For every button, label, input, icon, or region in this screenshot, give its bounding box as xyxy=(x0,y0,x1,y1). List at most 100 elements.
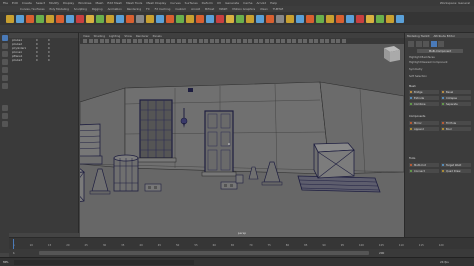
viewport-tool-icon[interactable] xyxy=(182,39,186,43)
viewport-tool-icon[interactable] xyxy=(248,39,252,43)
shelf-tool-icon[interactable] xyxy=(396,14,404,23)
view-cube-icon[interactable] xyxy=(384,46,400,62)
fps-label[interactable]: 24 fps xyxy=(440,260,449,264)
menu-item[interactable]: Mesh xyxy=(96,1,104,5)
viewport-tool-icon[interactable] xyxy=(127,39,131,43)
shelf-tab[interactable]: FX xyxy=(146,7,150,11)
shelf-tool-icon[interactable] xyxy=(36,14,44,23)
viewport-tool-icon[interactable] xyxy=(253,39,258,43)
viewport-tool-icon[interactable] xyxy=(83,39,87,43)
viewport-tool-icon[interactable] xyxy=(209,39,214,43)
target-weld-button[interactable]: Target Weld xyxy=(441,163,471,167)
shelf-tab[interactable]: XGen xyxy=(260,7,268,11)
last-tool-icon[interactable] xyxy=(1,83,8,89)
shelf-tool-icon[interactable] xyxy=(266,14,274,23)
range-slider[interactable]: 1 200 xyxy=(9,249,474,257)
cinder-block-model[interactable] xyxy=(144,183,162,192)
viewport-tool-icon[interactable] xyxy=(154,39,159,43)
viewport-menu-item[interactable]: Panels xyxy=(153,34,162,38)
shelf-tool-icon[interactable] xyxy=(136,14,144,23)
mel-input[interactable] xyxy=(14,260,194,265)
menu-item[interactable]: Generate xyxy=(225,1,239,5)
viewport-menu-item[interactable]: View xyxy=(83,34,90,38)
shelf-tool-icon[interactable] xyxy=(146,14,154,23)
shelf-tab[interactable]: Rendering xyxy=(127,7,141,11)
scale-tool-icon[interactable] xyxy=(1,75,8,81)
viewport-tool-icon[interactable] xyxy=(308,39,313,43)
scene-view[interactable] xyxy=(80,44,404,237)
shelf-tool-icon[interactable] xyxy=(386,14,394,23)
shelf-tool-icon[interactable] xyxy=(26,14,34,23)
shelf-tool-icon[interactable] xyxy=(366,14,374,23)
tab-attribute-editor[interactable]: Attribute Editor xyxy=(434,34,456,38)
shelf-tool-icon[interactable] xyxy=(196,14,204,23)
shelf-tool-icon[interactable] xyxy=(256,14,264,23)
viewport-tool-icon[interactable] xyxy=(264,39,269,43)
menu-item[interactable]: Display xyxy=(63,1,74,5)
menu-item[interactable]: File xyxy=(3,1,8,5)
outliner-row[interactable]: pCube3 0 0 xyxy=(9,58,78,62)
paint-select-icon[interactable] xyxy=(1,51,8,57)
bevel-button[interactable]: Bevel xyxy=(441,90,471,94)
viewport-tool-icon[interactable] xyxy=(99,39,104,43)
menu-item[interactable]: Cache xyxy=(243,1,252,5)
vertex-mode-icon[interactable] xyxy=(415,41,422,47)
viewport-tool-icon[interactable] xyxy=(187,39,192,43)
viewport-menu-item[interactable]: Shading xyxy=(94,34,105,38)
viewport-tool-icon[interactable] xyxy=(220,39,225,43)
multi-component-button[interactable]: Multi-Component xyxy=(417,49,463,53)
combine-button[interactable]: Combine xyxy=(409,102,439,106)
viewport-tool-icon[interactable] xyxy=(314,39,318,43)
shelf-tool-icon[interactable] xyxy=(56,14,64,23)
extrude-button[interactable]: Extrude xyxy=(409,96,439,100)
shelf-tab[interactable]: Sculpting xyxy=(74,7,87,11)
viewport-tool-icon[interactable] xyxy=(121,39,126,43)
door-model[interactable] xyxy=(201,110,237,177)
shelf-tool-icon[interactable] xyxy=(76,14,84,23)
quad-draw-button[interactable]: Quad Draw xyxy=(441,169,471,173)
shelf-tool-icon[interactable] xyxy=(176,14,184,23)
time-slider[interactable]: 5101520253035404550556065707580859095100… xyxy=(9,237,474,249)
shelf-tool-icon[interactable] xyxy=(186,14,194,23)
viewport-tool-icon[interactable] xyxy=(226,39,230,43)
shelf-tab[interactable]: Motion Graphics xyxy=(232,7,255,11)
viewport-tool-icon[interactable] xyxy=(198,39,203,43)
current-time-marker[interactable] xyxy=(13,239,14,249)
range-bar[interactable] xyxy=(39,251,369,255)
menu-item[interactable]: Surfaces xyxy=(185,1,198,5)
viewport-tool-icon[interactable] xyxy=(110,39,115,43)
shelf-tab[interactable]: Arnold xyxy=(191,7,200,11)
shelf-tool-icon[interactable] xyxy=(286,14,294,23)
shelf-tab[interactable]: Poly Modeling xyxy=(50,7,69,11)
bridge-button[interactable]: Bridge xyxy=(409,90,439,94)
menu-item[interactable]: Create xyxy=(22,1,32,5)
multi-cut-button[interactable]: Multi-Cut xyxy=(409,163,439,167)
pallet-stack-model[interactable] xyxy=(80,123,103,165)
shelf-tab[interactable]: Animation xyxy=(108,7,122,11)
viewport-tool-icon[interactable] xyxy=(341,39,346,43)
shelf-tool-icon[interactable] xyxy=(126,14,134,23)
viewport-tool-icon[interactable] xyxy=(171,39,175,43)
shelf-tool-icon[interactable] xyxy=(316,14,324,23)
viewport-menu-item[interactable]: Lighting xyxy=(109,34,120,38)
menu-item[interactable]: Select xyxy=(36,1,45,5)
shelf-tool-icon[interactable] xyxy=(86,14,94,23)
viewport-tool-icon[interactable] xyxy=(259,39,263,43)
tab-modeling-toolkit[interactable]: Modeling Toolkit xyxy=(407,34,430,38)
shelf-tab[interactable]: MASH xyxy=(219,7,227,11)
viewport-tool-icon[interactable] xyxy=(94,39,98,43)
viewport-tool-icon[interactable] xyxy=(286,39,291,43)
shelf-tool-icon[interactable] xyxy=(206,14,214,23)
menu-item[interactable]: Modify xyxy=(49,1,59,5)
shelf-tool-icon[interactable] xyxy=(336,14,344,23)
viewport-tool-icon[interactable] xyxy=(160,39,164,43)
shelf-tool-icon[interactable] xyxy=(226,14,234,23)
bool-button[interactable]: Bool xyxy=(441,127,471,131)
viewport-tool-icon[interactable] xyxy=(149,39,153,43)
menu-item[interactable]: Mesh Display xyxy=(146,1,166,5)
menu-item[interactable]: Edit xyxy=(12,1,18,5)
viewport-tool-icon[interactable] xyxy=(165,39,170,43)
menu-item[interactable]: Help xyxy=(270,1,277,5)
layout-side-icon[interactable] xyxy=(1,121,8,127)
mel-label[interactable]: MEL xyxy=(3,260,9,264)
